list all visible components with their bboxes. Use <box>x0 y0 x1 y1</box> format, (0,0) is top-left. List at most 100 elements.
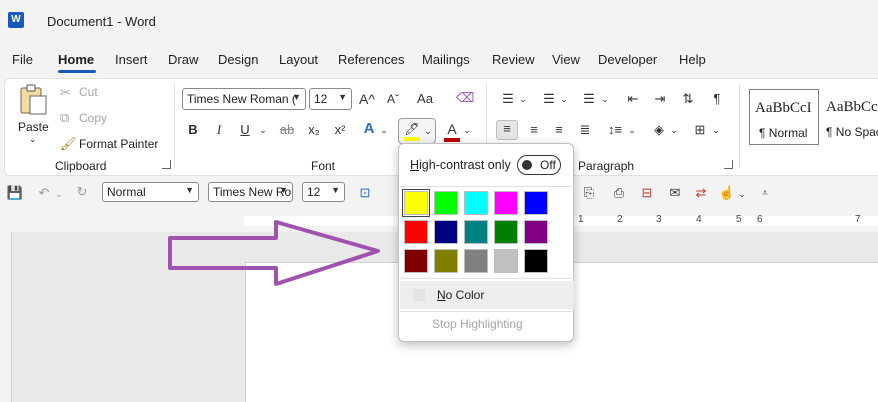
change-case-button[interactable]: Aa <box>413 91 437 107</box>
font-size-box[interactable]: 12 ▼ <box>309 88 352 110</box>
increase-indent-icon[interactable]: ⇥ <box>650 91 670 107</box>
font-color-bar <box>444 138 460 142</box>
tab-mailings[interactable]: Mailings <box>422 52 470 67</box>
multilevel-list-icon[interactable]: ☰ <box>578 91 600 107</box>
tab-review[interactable]: Review <box>492 52 535 67</box>
clipboard-group-label: Clipboard <box>55 159 107 173</box>
color-swatch[interactable] <box>494 220 518 244</box>
tab-insert[interactable]: Insert <box>115 52 148 67</box>
numbering-dropdown-icon[interactable]: ⌄ <box>560 91 568 107</box>
line-spacing-dropdown-icon[interactable]: ⌄ <box>628 122 636 138</box>
tab-help[interactable]: Help <box>679 52 706 67</box>
cut-button[interactable]: Cut <box>79 85 98 99</box>
tab-design[interactable]: Design <box>218 52 258 67</box>
redo-icon[interactable]: ↻ <box>74 184 90 200</box>
color-swatch[interactable] <box>434 220 458 244</box>
subscript-button[interactable]: x₂ <box>305 122 323 138</box>
font-color-button[interactable]: A <box>444 121 460 137</box>
tab-references[interactable]: References <box>338 52 404 67</box>
color-swatch[interactable] <box>464 220 488 244</box>
chevron-down-icon: ▼ <box>279 185 288 195</box>
text-box-icon[interactable]: ⊡ <box>356 185 374 201</box>
color-swatch[interactable] <box>524 191 548 215</box>
align-left-icon[interactable]: ≡ <box>496 120 518 140</box>
decrease-indent-icon[interactable]: ⇤ <box>623 91 643 107</box>
qat-tool-icon[interactable]: ⎘ <box>580 185 598 201</box>
customize-qat-icon[interactable]: ⩡ <box>758 186 772 202</box>
shading-icon[interactable]: ◈ <box>649 122 669 138</box>
align-center-icon[interactable]: ≡ <box>523 122 545 138</box>
shrink-font-button[interactable]: Aˇ <box>384 91 402 107</box>
qat-tool-icon[interactable]: ⇄ <box>692 185 710 201</box>
copy-button[interactable]: Copy <box>79 111 107 125</box>
underline-button[interactable]: U <box>238 122 252 138</box>
italic-button[interactable]: I <box>212 122 226 138</box>
paragraph-launcher-icon[interactable] <box>724 160 733 169</box>
font-name-box[interactable]: Times New Roman ( ▼ <box>182 88 306 110</box>
color-swatch[interactable] <box>404 220 428 244</box>
shading-dropdown-icon[interactable]: ⌄ <box>670 122 678 138</box>
grow-font-button[interactable]: A^ <box>358 91 376 107</box>
text-effects-button[interactable]: A <box>360 121 378 137</box>
paste-dropdown-icon[interactable]: ⌄ <box>29 134 37 145</box>
show-formatting-marks-icon[interactable]: ¶ <box>708 91 726 107</box>
line-spacing-icon[interactable]: ↕≡ <box>604 122 626 138</box>
style-sample: AaBbCcI <box>755 100 812 116</box>
format-painter-button[interactable]: Format Painter <box>79 137 158 151</box>
touch-mode-icon[interactable]: ☝ <box>718 185 736 201</box>
tab-draw[interactable]: Draw <box>168 52 198 67</box>
underline-dropdown-icon[interactable]: ⌄ <box>259 122 267 138</box>
bold-button[interactable]: B <box>186 122 200 138</box>
color-swatch[interactable] <box>434 249 458 273</box>
color-swatch[interactable] <box>494 249 518 273</box>
color-swatch[interactable] <box>434 191 458 215</box>
font-group-label: Font <box>311 159 336 173</box>
qat-tool-icon[interactable]: ✉ <box>666 185 684 201</box>
save-icon[interactable]: 💾 <box>6 185 24 201</box>
borders-dropdown-icon[interactable]: ⌄ <box>712 122 720 138</box>
qat-style-box[interactable]: Normal ▼ <box>102 182 199 202</box>
tab-layout[interactable]: Layout <box>279 52 318 67</box>
color-swatch[interactable] <box>524 249 548 273</box>
bullets-dropdown-icon[interactable]: ⌄ <box>519 91 527 107</box>
color-swatch[interactable] <box>404 249 428 273</box>
ribbon-tabs: File Home Insert Draw Design Layout Refe… <box>0 44 878 74</box>
undo-dropdown-icon[interactable]: ⌄ <box>55 186 63 202</box>
qat-tool-icon[interactable]: ⊟ <box>638 185 656 201</box>
sort-icon[interactable]: ⇅ <box>678 91 698 107</box>
align-right-icon[interactable]: ≡ <box>548 122 570 138</box>
justify-icon[interactable]: ≣ <box>574 122 596 138</box>
color-swatch[interactable] <box>524 220 548 244</box>
style-no-spacing[interactable]: AaBbCc ¶ No Spac <box>820 89 878 145</box>
clear-formatting-icon[interactable]: ⌫ <box>456 90 474 106</box>
tab-file[interactable]: File <box>12 52 33 67</box>
tab-home[interactable]: Home <box>58 52 94 67</box>
text-effects-dropdown-icon[interactable]: ⌄ <box>380 122 388 138</box>
borders-icon[interactable]: ⊞ <box>690 122 710 138</box>
color-swatch[interactable] <box>402 189 430 217</box>
qat-font-size-box[interactable]: 12 ▼ <box>302 182 345 202</box>
undo-icon[interactable]: ↶ <box>36 185 52 201</box>
color-swatch[interactable] <box>464 191 488 215</box>
numbering-icon[interactable]: ☰ <box>538 91 560 107</box>
font-color-dropdown-icon[interactable]: ⌄ <box>463 122 471 138</box>
color-swatch[interactable] <box>494 191 518 215</box>
qat-tool-icon[interactable]: ⎙ <box>610 185 628 201</box>
qat-font-name-box[interactable]: Times New Ro ▼ <box>208 182 293 202</box>
style-normal[interactable]: AaBbCcI ¶ Normal <box>749 89 819 145</box>
tab-view[interactable]: View <box>552 52 580 67</box>
tab-developer[interactable]: Developer <box>598 52 657 67</box>
high-contrast-toggle[interactable]: Off <box>517 155 561 175</box>
text-highlight-color-button[interactable]: 🖊 ⌄ <box>398 118 436 144</box>
color-swatch[interactable] <box>464 249 488 273</box>
multilevel-dropdown-icon[interactable]: ⌄ <box>601 91 609 107</box>
no-color-item[interactable]: No Color <box>400 281 574 309</box>
stop-highlighting-item[interactable]: Stop Highlighting <box>432 317 523 331</box>
strikethrough-button[interactable]: ab <box>278 122 296 138</box>
format-painter-icon: 🖌 <box>60 136 77 151</box>
touch-dropdown-icon[interactable]: ⌄ <box>738 186 746 202</box>
clipboard-launcher-icon[interactable] <box>162 160 171 169</box>
superscript-button[interactable]: x² <box>331 122 349 138</box>
bullets-icon[interactable]: ☰ <box>497 91 519 107</box>
no-color-label: No Color <box>437 288 485 302</box>
